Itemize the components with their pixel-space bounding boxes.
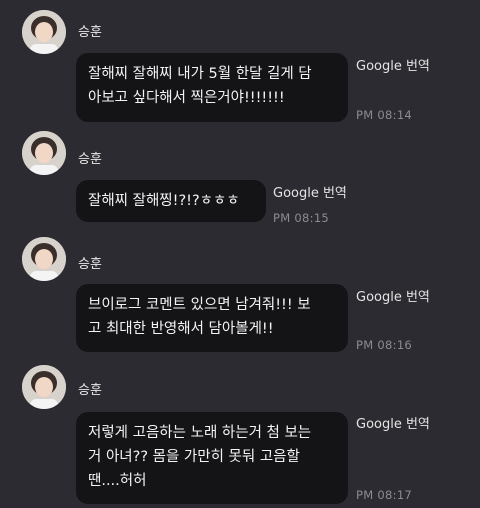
message-time: PM 08:16 [356,338,413,352]
sender-name: 승훈 [78,257,102,272]
google-translate-button[interactable]: Google 번역 [273,182,347,201]
avatar[interactable] [22,10,66,54]
message-time: PM 08:17 [356,488,413,502]
message-bubble[interactable]: 잘해찌 잘해찡!?!?ㅎㅎㅎ [76,180,266,222]
google-translate-button[interactable]: Google 번역 [356,55,430,74]
avatar[interactable] [22,365,66,409]
avatar[interactable] [22,237,66,281]
sender-name: 승훈 [78,383,102,398]
message-bubble[interactable]: 잘해찌 잘해찌 내가 5월 한달 길게 담 아보고 싶다해서 찍은거야!!!!!… [76,53,348,122]
message-time: PM 08:14 [356,108,413,122]
message-bubble[interactable]: 브이로그 코멘트 있으면 남겨줘!!! 보 고 최대한 반영해서 담아볼게!! [76,284,348,352]
avatar[interactable] [22,131,66,175]
sender-name: 승훈 [78,152,102,167]
sender-name: 승훈 [78,25,102,40]
message-time: PM 08:15 [273,211,330,225]
google-translate-button[interactable]: Google 번역 [356,286,430,305]
message-bubble[interactable]: 저렇게 고음하는 노래 하는거 첨 보는 거 아녀?? 몸을 가만히 못둬 고음… [76,412,348,504]
google-translate-button[interactable]: Google 번역 [356,413,430,432]
